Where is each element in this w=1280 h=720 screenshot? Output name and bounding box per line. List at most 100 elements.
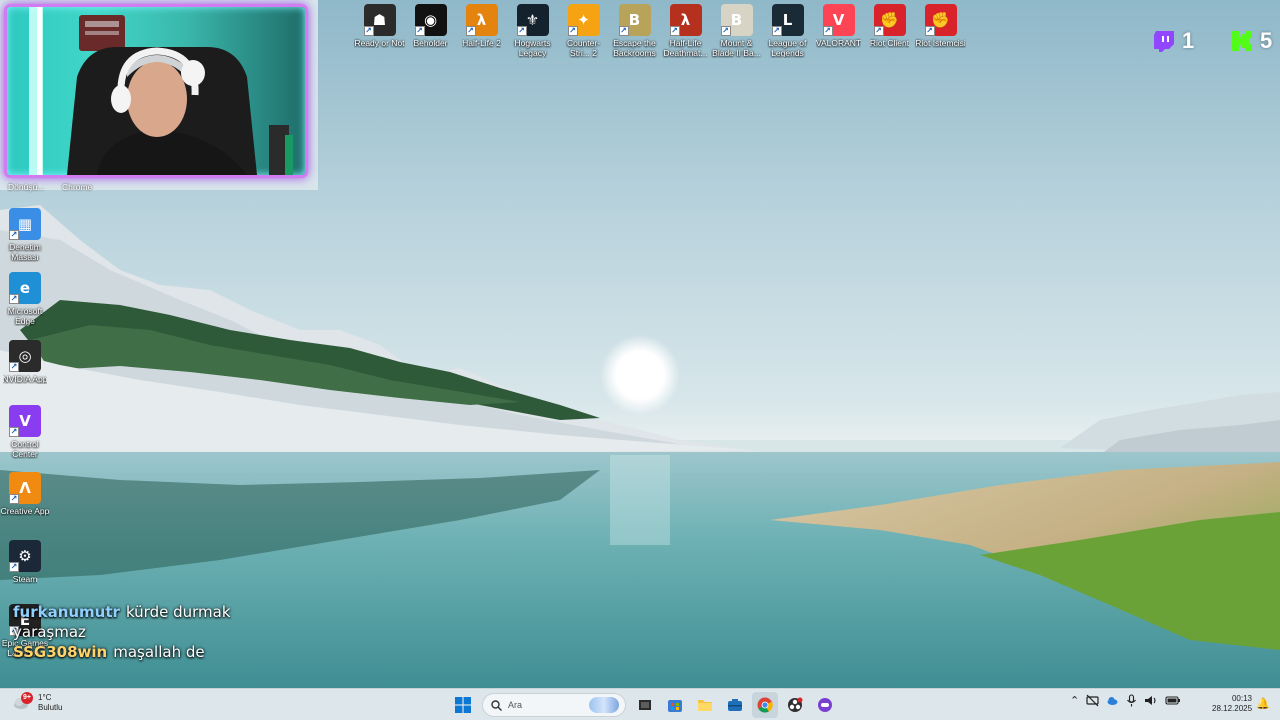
desktop-shortcut[interactable]: ⚜ ↗ Hogwarts Legacy — [507, 4, 558, 58]
desktop-shortcut-label: Escape the Backrooms — [613, 38, 656, 58]
control-panel-icon: ▦ ↗ — [9, 208, 41, 240]
battery-icon[interactable] — [1165, 694, 1181, 707]
chat-username: furkanumutr — [13, 603, 120, 621]
chat-message: furkanumutr kürde durmak yaraşmaz — [13, 602, 293, 642]
riot-istemcisi-icon: ✊ ↗ — [924, 4, 957, 36]
task-view-button[interactable] — [632, 692, 658, 718]
taskbar: 9+ 1°C Bulutlu Ara ⌃ 00:13 28.12.2025 🔔 — [0, 688, 1280, 720]
icon-glyph: B — [730, 11, 743, 29]
network-off-icon[interactable] — [1086, 694, 1099, 707]
shortcut-arrow-icon: ↗ — [924, 26, 935, 36]
store-icon — [668, 700, 682, 712]
clock-time: 00:13 — [1231, 694, 1252, 703]
icon-glyph: B — [628, 11, 641, 29]
desktop-shortcut-label: Counter-Stri... 2 — [566, 38, 601, 58]
beholder-icon: ◉ ↗ — [414, 4, 447, 36]
chevron-up-icon[interactable]: ⌃ — [1070, 694, 1079, 707]
desktop-shortcut[interactable]: ◎ ↗ NVIDIA App — [0, 340, 50, 384]
icon-glyph: ◉ — [423, 11, 438, 29]
desktop-shortcut[interactable]: Λ ↗ Creative App — [0, 472, 50, 516]
volume-icon[interactable] — [1144, 694, 1158, 707]
chat-username: SSG308win — [13, 643, 108, 661]
shortcut-arrow-icon: ↗ — [9, 230, 19, 240]
desktop-shortcut[interactable]: e ↗ Microsoft Edge — [0, 272, 50, 326]
webcam-feed — [4, 4, 308, 178]
weather-notification-badge: 9+ — [21, 692, 33, 704]
desktop-shortcut[interactable]: ▦ ↗ Denetim Masası — [0, 208, 50, 262]
desktop-shortcut[interactable]: B ↗ Mount & Blade II Ba... — [711, 4, 762, 58]
desktop-shortcut-label: Denetim Masası — [9, 242, 41, 262]
desktop-shortcut[interactable]: ✊ ↗ Riot İstemcisi — [915, 4, 966, 58]
weather-widget[interactable]: 9+ 1°C Bulutlu — [12, 692, 63, 713]
desktop-shortcut[interactable]: ✊ ↗ Riot Client — [864, 4, 915, 58]
ready-or-not-icon: ☗ ↗ — [363, 4, 396, 36]
desktop-shortcut[interactable]: B ↗ Escape the Backrooms — [609, 4, 660, 58]
desktop-shortcut-label: Half-Life Deathmat... — [663, 38, 708, 58]
desktop-shortcut-label: Control Center — [11, 439, 39, 459]
cloud-icon[interactable] — [1106, 694, 1119, 707]
desktop-shortcut[interactable]: V ↗ VALORANT — [813, 4, 864, 58]
kick-icon — [1232, 31, 1252, 51]
desktop-shortcut[interactable]: λ ↗ Half-Life Deathmat... — [660, 4, 711, 58]
desktop-shortcut-label: VALORANT — [815, 38, 862, 48]
taskbar-search-box[interactable]: Ara — [482, 693, 626, 717]
microphone-icon[interactable] — [1126, 694, 1137, 707]
taskbar-app-chrome[interactable] — [752, 692, 778, 718]
taskbar-app-explorer[interactable] — [692, 692, 718, 718]
twitch-icon — [1154, 31, 1174, 52]
desktop-shortcut-label: League of Legends — [768, 38, 807, 58]
desktop-shortcut[interactable]: ☗ ↗ Ready or Not — [354, 4, 405, 58]
taskbar-app-obs[interactable] — [782, 692, 808, 718]
icon-glyph: Λ — [19, 479, 31, 497]
start-button[interactable] — [450, 692, 476, 718]
shortcut-arrow-icon: ↗ — [9, 562, 19, 572]
taskbar-clock[interactable]: 00:13 28.12.2025 — [1212, 694, 1252, 714]
shortcut-arrow-icon: ↗ — [567, 26, 578, 36]
desktop-shortcut[interactable]: V ↗ Control Center — [0, 405, 50, 459]
taskbar-app-store[interactable] — [662, 692, 688, 718]
shortcut-arrow-icon: ↗ — [9, 294, 19, 304]
desktop-shortcut[interactable]: ◉ ↗ Beholder — [405, 4, 456, 58]
desktop-shortcut[interactable]: λ ↗ Half-Life 2 — [456, 4, 507, 58]
nvidia-app-icon: ◎ ↗ — [9, 340, 41, 372]
icon-glyph: λ — [476, 11, 487, 29]
streamer-webcam-image — [29, 7, 293, 175]
desktop-shortcut[interactable]: ⚙ ↗ Steam — [0, 540, 50, 584]
league-of-legends-icon: L ↗ — [771, 4, 804, 36]
search-highlight-icon — [589, 697, 619, 713]
icon-glyph: L — [782, 11, 793, 29]
chat-message: SSG308win maşallah de — [13, 642, 293, 662]
twitch-viewer-counter: 1 — [1152, 28, 1194, 54]
valorant-icon: V ↗ — [822, 4, 855, 36]
icon-glyph: V — [832, 11, 845, 29]
kick-viewer-count: 5 — [1260, 28, 1273, 53]
desktop-icon-label-partial: Dönüşü... — [8, 182, 45, 192]
webcam-overlay-frame — [0, 0, 318, 190]
icon-glyph: ⚜ — [525, 11, 540, 29]
shortcut-arrow-icon: ↗ — [9, 427, 19, 437]
steam-icon: ⚙ ↗ — [9, 540, 41, 572]
escape-the-backrooms-icon: B ↗ — [618, 4, 651, 36]
shortcut-arrow-icon: ↗ — [9, 494, 19, 504]
search-placeholder: Ara — [508, 700, 523, 710]
folder-icon — [698, 700, 712, 711]
shortcut-arrow-icon: ↗ — [414, 26, 425, 36]
shortcut-arrow-icon: ↗ — [822, 26, 833, 36]
weather-condition: Bulutlu — [38, 703, 63, 712]
taskbar-app-purple[interactable] — [812, 692, 838, 718]
stream-chat-overlay: furkanumutr kürde durmak yaraşmaz SSG308w… — [13, 602, 293, 662]
taskbar-app-toolbox[interactable] — [722, 692, 748, 718]
icon-glyph: λ — [680, 11, 691, 29]
desktop-shortcut[interactable]: ✦ ↗ Counter-Stri... 2 — [558, 4, 609, 58]
desktop-shortcut[interactable]: L ↗ League of Legends — [762, 4, 813, 58]
windows-start-icon — [455, 697, 471, 713]
counter-strike-2-icon: ✦ ↗ — [567, 4, 600, 36]
chat-text: maşallah de — [113, 643, 205, 661]
clock-date: 28.12.2025 — [1212, 704, 1253, 713]
shortcut-arrow-icon: ↗ — [9, 362, 19, 372]
desktop-shortcut-label: Microsoft Edge — [7, 306, 43, 326]
icon-glyph: V — [19, 412, 31, 430]
notification-bell-icon[interactable]: 🔔 — [1256, 697, 1270, 710]
shortcut-arrow-icon: ↗ — [720, 26, 731, 36]
icon-glyph: ◎ — [18, 347, 32, 365]
